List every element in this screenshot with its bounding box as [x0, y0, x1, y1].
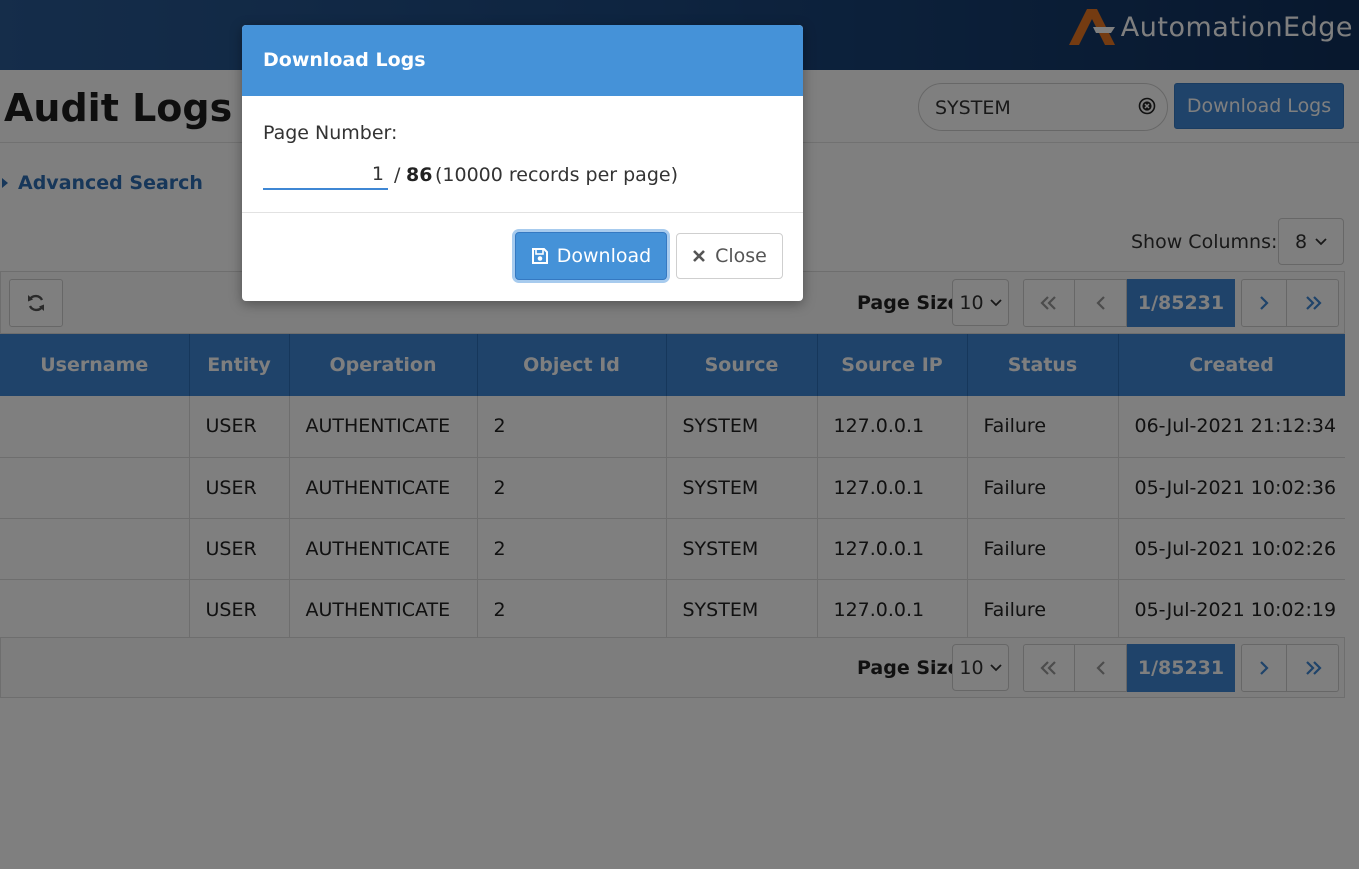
dialog-title: Download Logs: [242, 25, 803, 96]
close-button-label: Close: [715, 245, 767, 267]
download-logs-dialog: Download Logs Page Number: / 86 (10000 r…: [242, 25, 803, 301]
records-per-page-note: (10000 records per page): [435, 164, 678, 186]
download-button-label: Download: [556, 245, 652, 267]
download-button[interactable]: Download: [515, 232, 667, 280]
page-number-input[interactable]: [263, 160, 388, 190]
close-button[interactable]: Close: [676, 233, 783, 279]
floppy-disk-icon: [531, 248, 548, 264]
total-pages: 86: [406, 164, 433, 186]
page-number-separator: /: [394, 164, 401, 186]
dialog-footer: Download Close: [242, 213, 803, 301]
dialog-body: Page Number: / 86 (10000 records per pag…: [242, 96, 803, 213]
close-x-icon: [693, 250, 706, 262]
page-number-label: Page Number:: [263, 122, 398, 144]
